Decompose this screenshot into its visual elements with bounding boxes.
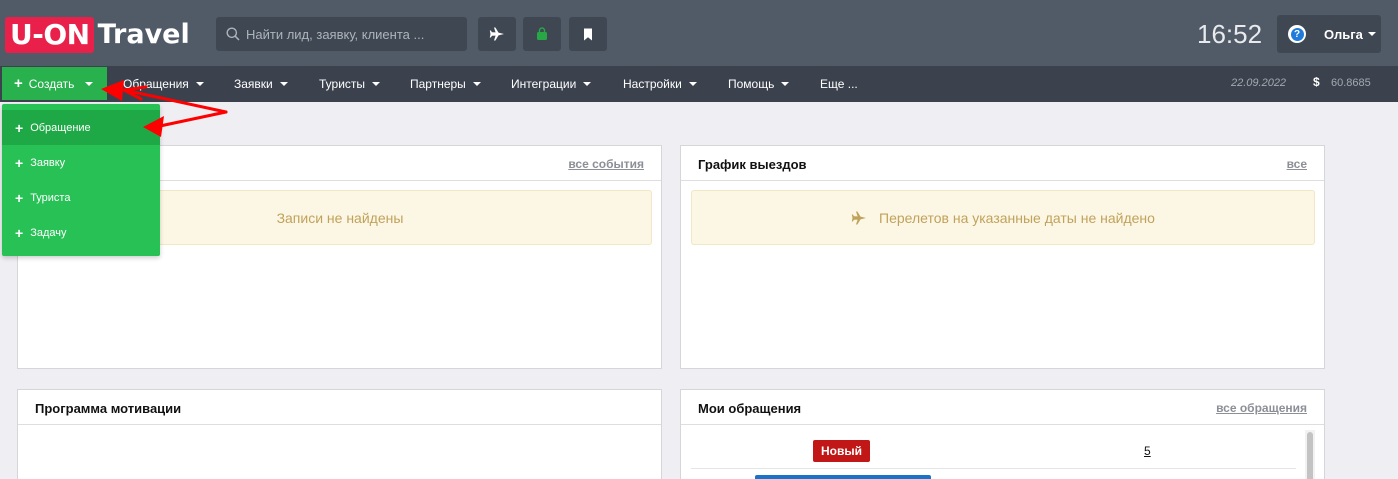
nav-item-label: Настройки bbox=[623, 77, 682, 91]
flights-button[interactable] bbox=[478, 17, 516, 51]
search-box[interactable] bbox=[216, 17, 467, 51]
nav-item-label: Еще ... bbox=[820, 77, 858, 91]
plus-icon: + bbox=[15, 119, 24, 136]
request-count-link[interactable]: 5 bbox=[1144, 444, 1151, 458]
logo-uon: U-ON bbox=[5, 17, 94, 53]
panel-title: График выездов bbox=[698, 157, 807, 172]
plus-icon: + bbox=[15, 154, 24, 171]
main-nav: + Создать Обращения Заявки Туристы Партн… bbox=[0, 66, 1398, 102]
create-menu-item-order[interactable]: + Заявку bbox=[2, 145, 160, 180]
tours-button[interactable] bbox=[523, 17, 561, 51]
chevron-down-icon bbox=[372, 82, 381, 86]
logo-travel: Travel bbox=[97, 19, 190, 50]
departures-panel: График выездов все Перелетов на указанны… bbox=[680, 145, 1325, 369]
plus-icon: + bbox=[15, 224, 24, 241]
nav-item-label: Интеграции bbox=[511, 77, 577, 91]
status-badge[interactable]: Новый bbox=[813, 440, 870, 462]
scrollbar-thumb[interactable] bbox=[1307, 432, 1313, 479]
status-badge[interactable] bbox=[755, 475, 931, 479]
create-menu-item-task[interactable]: + Задачу bbox=[2, 215, 160, 250]
chevron-down-icon bbox=[472, 82, 481, 86]
nav-item-orders[interactable]: Заявки bbox=[234, 66, 288, 102]
plane-icon bbox=[489, 27, 504, 41]
panel-divider bbox=[681, 180, 1324, 181]
create-dropdown: + Обращение + Заявку + Туриста + Задачу bbox=[2, 104, 160, 256]
top-header: U-ON Travel 16:52 ? Ольга bbox=[0, 0, 1398, 66]
chevron-down-icon bbox=[781, 82, 790, 86]
bookmarks-button[interactable] bbox=[569, 17, 607, 51]
nav-item-integrations[interactable]: Интеграции bbox=[511, 66, 592, 102]
panel-divider bbox=[681, 424, 1324, 425]
create-menu-item-request[interactable]: + Обращение bbox=[2, 110, 160, 145]
nav-item-label: Заявки bbox=[234, 77, 273, 91]
clock: 16:52 bbox=[1197, 19, 1263, 49]
row-divider bbox=[691, 468, 1296, 469]
chevron-down-icon bbox=[85, 81, 94, 86]
nav-item-label: Помощь bbox=[728, 77, 775, 91]
menu-item-label: Заявку bbox=[30, 156, 66, 169]
all-departures-link[interactable]: все bbox=[1287, 157, 1307, 171]
nav-item-label: Туристы bbox=[319, 77, 366, 91]
chevron-down-icon bbox=[688, 82, 697, 86]
all-events-link[interactable]: все события bbox=[568, 157, 644, 171]
create-button[interactable]: + Создать bbox=[2, 67, 107, 100]
nav-item-more[interactable]: Еще ... bbox=[820, 66, 858, 102]
nav-item-label: Обращения bbox=[123, 77, 189, 91]
exchange-rate: 60.8685 bbox=[1331, 77, 1371, 89]
create-menu-item-tourist[interactable]: + Туриста bbox=[2, 180, 160, 215]
all-requests-link[interactable]: все обращения bbox=[1216, 401, 1307, 415]
menu-item-label: Туриста bbox=[30, 191, 71, 204]
empty-text: Записи не найдены bbox=[276, 209, 404, 226]
plus-icon: + bbox=[14, 74, 23, 92]
chevron-down-icon bbox=[279, 82, 288, 86]
bookmark-icon bbox=[584, 28, 592, 40]
logo[interactable]: U-ON Travel bbox=[5, 17, 190, 53]
chevron-down-icon bbox=[195, 82, 204, 86]
motivation-panel: Программа мотивации bbox=[17, 389, 662, 479]
plane-icon bbox=[851, 211, 867, 224]
chevron-down-icon bbox=[1367, 32, 1376, 36]
current-date: 22.09.2022 bbox=[1231, 77, 1287, 89]
chevron-down-icon bbox=[583, 82, 592, 86]
nav-item-help[interactable]: Помощь bbox=[728, 66, 790, 102]
nav-item-settings[interactable]: Настройки bbox=[623, 66, 697, 102]
panel-divider bbox=[18, 424, 661, 425]
user-menu[interactable]: ? Ольга bbox=[1277, 15, 1381, 53]
help-icon[interactable]: ? bbox=[1288, 25, 1306, 43]
my-requests-panel: Мои обращения все обращения Новый 5 bbox=[680, 389, 1325, 479]
user-name: Ольга bbox=[1324, 26, 1363, 42]
plus-icon: + bbox=[15, 189, 24, 206]
search-input[interactable] bbox=[246, 26, 456, 42]
empty-text: Перелетов на указанные даты не найдено bbox=[879, 209, 1155, 226]
empty-message: Перелетов на указанные даты не найдено bbox=[691, 190, 1315, 245]
nav-item-label: Партнеры bbox=[410, 77, 466, 91]
menu-item-label: Обращение bbox=[30, 121, 91, 134]
bag-icon bbox=[537, 27, 547, 40]
panel-title: Программа мотивации bbox=[35, 401, 182, 416]
menu-item-label: Задачу bbox=[30, 226, 67, 239]
nav-item-tourists[interactable]: Туристы bbox=[319, 66, 381, 102]
panel-title: Мои обращения bbox=[698, 401, 802, 416]
create-label: Создать bbox=[28, 76, 75, 91]
currency-symbol: $ bbox=[1313, 75, 1320, 89]
search-icon bbox=[226, 27, 240, 41]
nav-item-requests[interactable]: Обращения bbox=[123, 66, 204, 102]
nav-item-partners[interactable]: Партнеры bbox=[410, 66, 481, 102]
